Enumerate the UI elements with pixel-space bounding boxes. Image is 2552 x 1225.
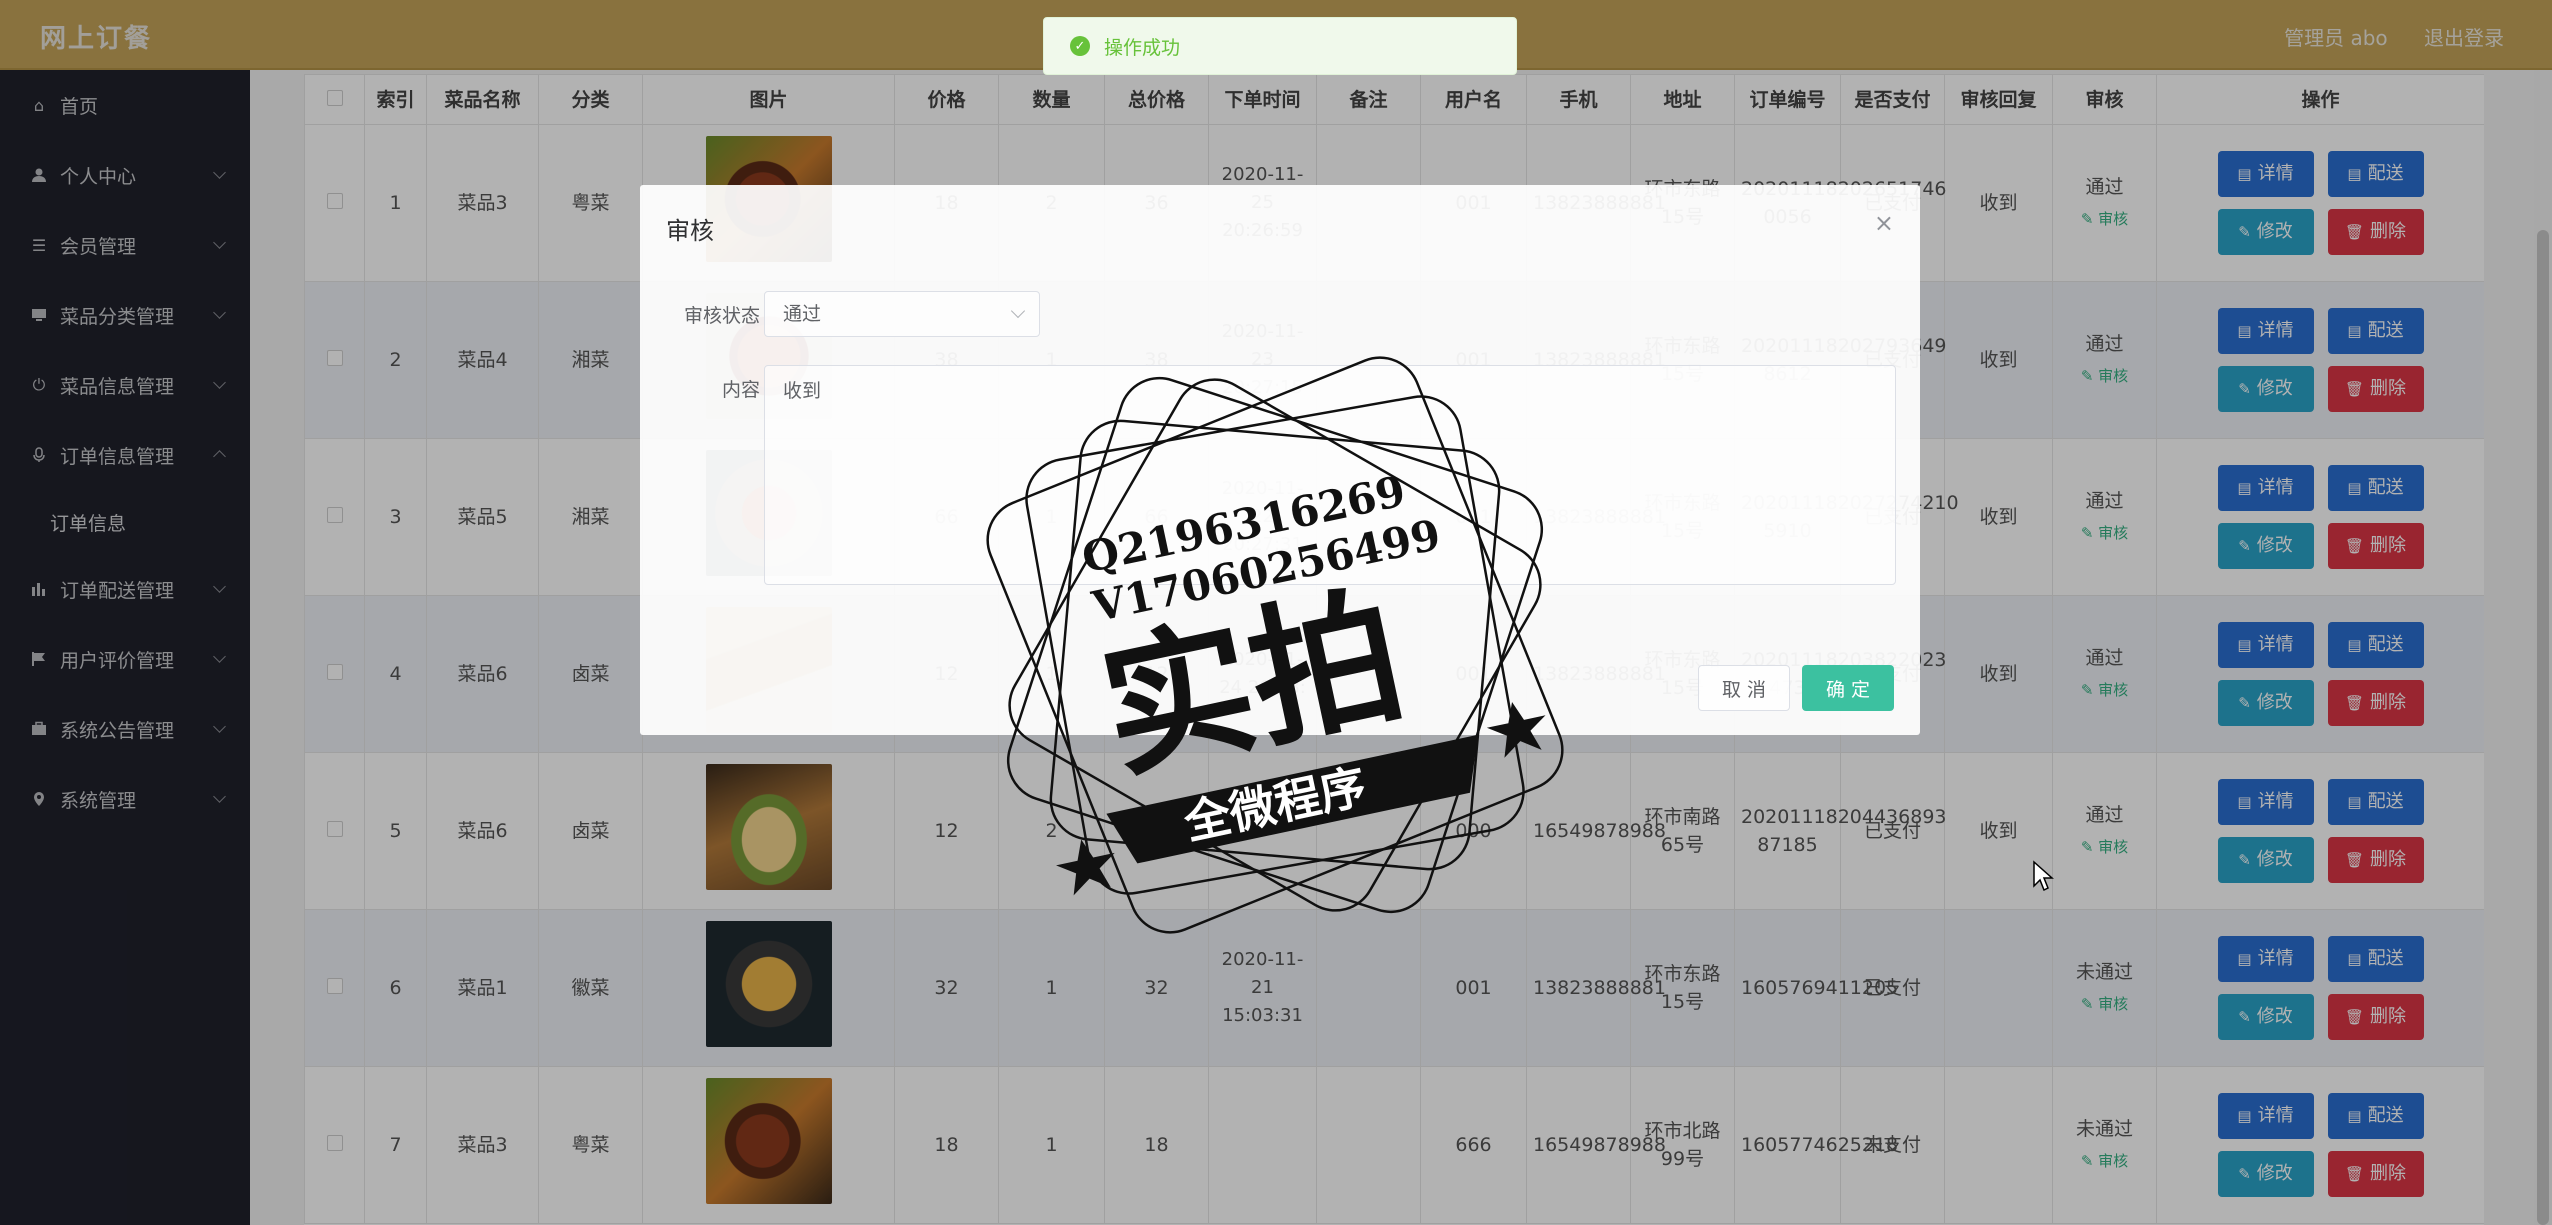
toast-message: 操作成功 (1104, 36, 1181, 59)
audit-status-select[interactable]: 通过 (764, 291, 1040, 337)
chevron-down-icon (1010, 303, 1026, 319)
dialog-title: 审核 (666, 217, 714, 245)
check-circle-icon: ✓ (1070, 36, 1090, 56)
content-label: 内容 (721, 379, 760, 401)
cursor-icon (2033, 860, 2054, 892)
close-icon[interactable]: × (1874, 209, 1894, 237)
success-toast: ✓ 操作成功 (1043, 17, 1517, 75)
audit-status-label: 审核状态 (683, 305, 760, 327)
audit-status-value: 通过 (783, 303, 822, 325)
confirm-button[interactable]: 确 定 (1802, 665, 1894, 711)
watermark-stamp: Q2196316269 V17060256499 实拍 全微程序 (986, 356, 1564, 934)
cancel-button[interactable]: 取 消 (1698, 665, 1790, 711)
